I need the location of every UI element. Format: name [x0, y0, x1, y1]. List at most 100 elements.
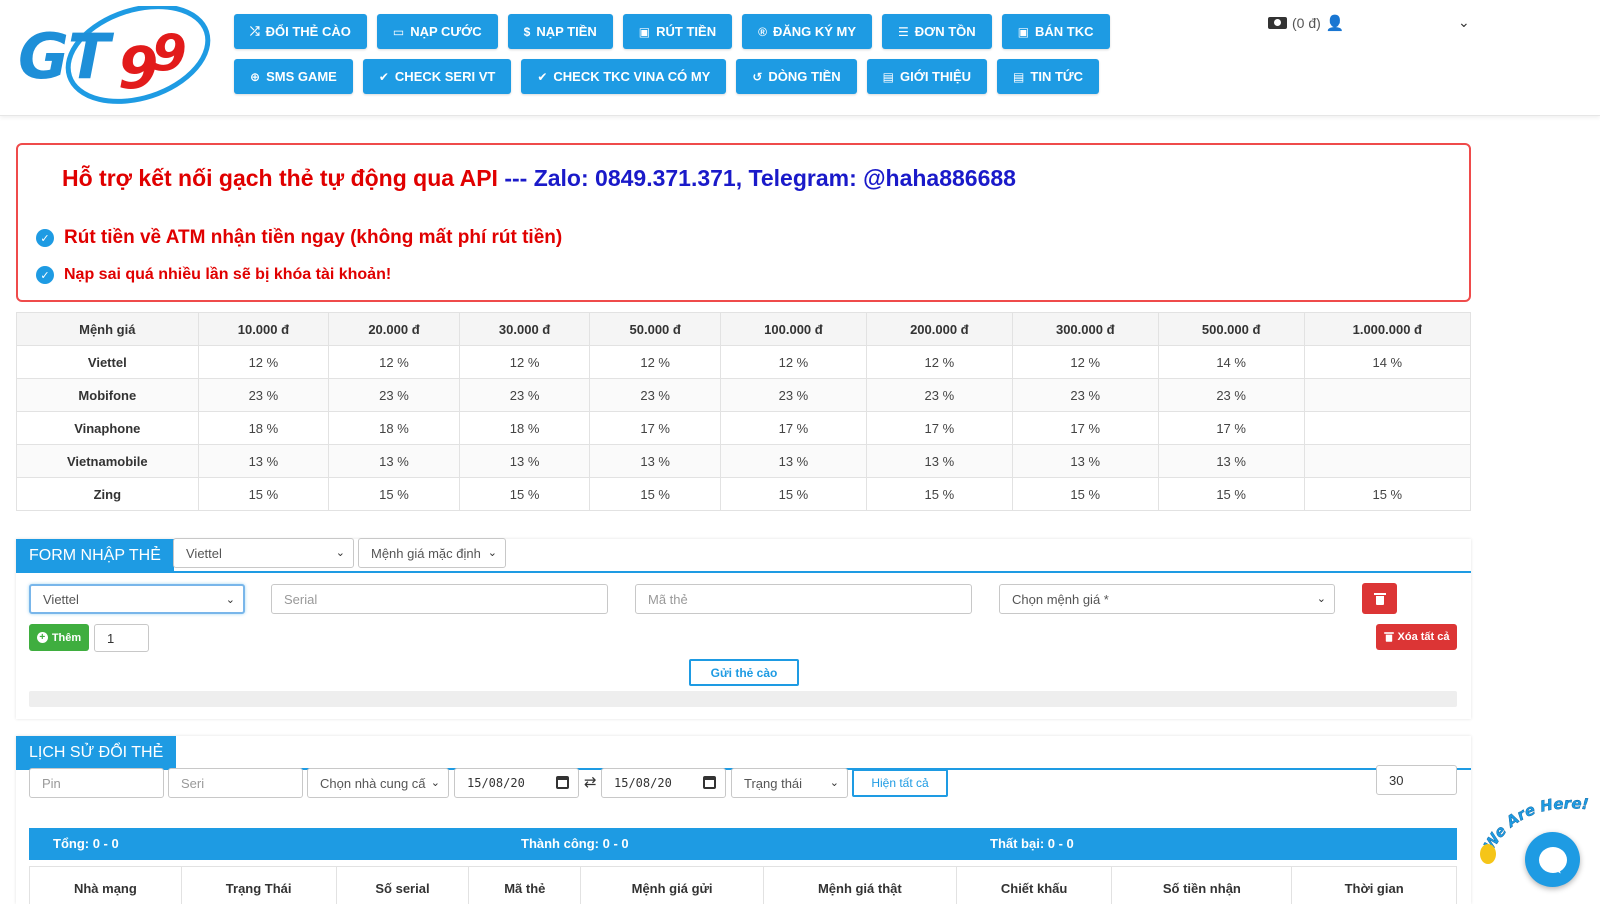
account-balance[interactable]: (0 đ) 👤 — [1268, 14, 1344, 32]
nav-button-label: DÒNG TIỀN — [768, 69, 841, 84]
chat-button[interactable] — [1525, 832, 1580, 887]
rate-cell: 13 % — [589, 444, 721, 478]
notice-line-withdraw: ✓ Rút tiền về ATM nhận tiền ngay (không … — [36, 227, 562, 249]
rate-header-cell: 10.000 đ — [197, 312, 330, 346]
user-icon[interactable]: 👤 — [1326, 14, 1345, 32]
trash-icon — [1373, 592, 1386, 605]
nav-button-nạp-tiền[interactable]: $ NẠP TIỀN — [507, 14, 613, 49]
rate-cell: 12 % — [719, 345, 867, 379]
history-column-header: Thời gian — [1344, 881, 1404, 896]
nav-button-tin-tức[interactable]: ▤ TIN TỨC — [997, 59, 1100, 94]
history-icon: ↺ — [752, 69, 763, 84]
calendar-icon[interactable] — [703, 776, 716, 789]
select-value: Viettel — [186, 545, 222, 561]
select-value: Chọn nhà cung cấ — [320, 775, 426, 791]
rate-cell: 12 % — [589, 345, 721, 379]
history-summary-bar: Tổng: 0 - 0 Thành công: 0 - 0 Thất bại: … — [29, 828, 1457, 860]
notice-title-separator: --- — [497, 165, 534, 191]
rate-cell: 23 % — [1011, 378, 1159, 412]
rate-table: Mệnh giá 10.000 đ 20.000 đ 30.000 đ 50.000 đ… — [16, 312, 1472, 511]
show-all-button[interactable]: Hiện tất cả — [852, 769, 948, 797]
rate-row: Vinaphone 18 % 18 % 18 % 17 % 17 % 17 % 17 % 17 … — [16, 411, 1472, 445]
clear-all-button[interactable]: Xóa tất cả — [1376, 624, 1457, 650]
add-row-button[interactable]: + Thêm — [29, 624, 89, 651]
rate-header-cell: 20.000 đ — [328, 312, 460, 346]
nav-button-sms-game[interactable]: ⊕ SMS GAME — [234, 59, 353, 94]
nav-button-rút-tiền[interactable]: ▣ RÚT TIỀN — [622, 14, 733, 49]
status-filter-select[interactable]: Trạng thái ⌄ — [731, 768, 848, 798]
pin-filter-input[interactable]: Pin — [29, 768, 164, 798]
svg-text:9: 9 — [152, 24, 187, 82]
summary-failed: Thất bại: 0 - 0 — [990, 836, 1074, 851]
rate-cell: 18 % — [197, 411, 330, 445]
rate-cell: 13 % — [719, 444, 867, 478]
chevron-down-icon: ⌄ — [225, 594, 235, 606]
delete-row-button[interactable] — [1362, 583, 1397, 614]
rate-row: Zing 15 % 15 % 15 % 15 % 15 % 15 % 15 % 15 % 15 % — [16, 477, 1472, 511]
date-to-input[interactable]: 15/08/20 — [601, 768, 726, 798]
default-telco-select[interactable]: Viettel ⌄ — [173, 538, 354, 568]
dollar-icon: $ — [523, 24, 531, 39]
panel-header: LỊCH SỬ ĐỔI THẺ — [16, 736, 1471, 770]
credit-card-icon: ▭ — [392, 24, 405, 39]
telco-select[interactable]: Viettel ⌄ — [29, 584, 245, 614]
gamepad-icon: ⊕ — [250, 69, 261, 84]
row-count-input[interactable]: 1 — [94, 624, 149, 652]
rate-cell: 23 % — [458, 378, 591, 412]
rate-cell: 15 % — [1303, 477, 1472, 511]
chat-bubble-icon — [1538, 846, 1567, 873]
nav-button-label: ĐƠN TỒN — [914, 24, 976, 39]
default-amount-select[interactable]: Mệnh giá mặc định ⌄ — [358, 538, 506, 568]
nav-button-đổi-thẻ-cào[interactable]: ⤮ ĐỔI THẺ CÀO — [234, 14, 367, 49]
site-logo[interactable]: GT 9 9 — [18, 6, 213, 106]
provider-filter-select[interactable]: Chọn nhà cung cấ ⌄ — [307, 768, 449, 798]
chevron-down-icon[interactable]: ⌄ — [1458, 14, 1470, 31]
rate-cell: 17 % — [719, 411, 867, 445]
submit-cards-button[interactable]: Gửi thẻ cào — [689, 659, 799, 686]
amount-select[interactable]: Chọn mệnh giá * ⌄ — [999, 584, 1335, 614]
nav-button-đăng-ký-my[interactable]: ® ĐĂNG KÝ MY — [742, 14, 872, 49]
page-size-input[interactable]: 30 — [1376, 765, 1457, 795]
nav-button-label: CHECK SERI VT — [394, 69, 496, 84]
serial-input[interactable]: Serial — [271, 584, 608, 614]
panel-title: LỊCH SỬ ĐỔI THẺ — [16, 736, 177, 770]
plus-circle-icon: + — [36, 632, 48, 643]
card-code-input[interactable]: Mã thẻ — [635, 584, 972, 614]
history-panel: LỊCH SỬ ĐỔI THẺ Pin Seri Chọn nhà cung c… — [16, 736, 1471, 904]
date-value: 15/08/20 — [614, 776, 672, 790]
nav-button-check-tkc-vina-có-my[interactable]: ✔ CHECK TKC VINA CÓ MY — [521, 59, 727, 94]
rate-cell: 23 % — [197, 378, 330, 412]
rate-cell: 15 % — [197, 477, 330, 511]
nav-button-label: NẠP TIỀN — [536, 24, 597, 39]
panel-header: FORM NHẬP THẺ Viettel ⌄ Mệnh giá mặc địn… — [16, 538, 1471, 573]
rate-header-cell: 1.000.000 đ — [1303, 312, 1472, 346]
rate-cell — [1303, 378, 1472, 412]
nav-button-giới-thiệu[interactable]: ▤ GIỚI THIỆU — [866, 59, 988, 94]
main-nav-row-1: ⤮ ĐỔI THẺ CÀO ▭ NẠP CƯỚC $ NẠP TIỀN ▣ RÚT TIỀN ®… — [234, 14, 1110, 49]
nav-button-bán-tkc[interactable]: ▣ BÁN TKC — [1001, 14, 1110, 49]
nav-button-label: TIN TỨC — [1030, 69, 1084, 84]
waving-hand-icon — [1480, 844, 1496, 864]
seri-filter-input[interactable]: Seri — [168, 768, 303, 798]
nav-button-đơn-tồn[interactable]: ☰ ĐƠN TỒN — [882, 14, 992, 49]
registered-icon: ® — [758, 24, 767, 39]
date-from-input[interactable]: 15/08/20 — [454, 768, 579, 798]
rate-table-header: Mệnh giá 10.000 đ 20.000 đ 30.000 đ 50.000 đ… — [16, 312, 1472, 346]
rate-cell: 13 % — [1157, 444, 1305, 478]
nav-button-label: GIỚI THIỆU — [900, 69, 972, 84]
rate-row: Viettel 12 % 12 % 12 % 12 % 12 % 12 % 12 % 14 % 1… — [16, 345, 1472, 379]
nav-button-dòng-tiền[interactable]: ↺ DÒNG TIỀN — [736, 59, 857, 94]
select-value: Trạng thái — [744, 775, 803, 791]
rate-cell — [1303, 411, 1472, 445]
notice-title-contact: Zalo: 0849.371.371, Telegram: @haha88668… — [533, 165, 1016, 191]
check-circle-icon: ✓ — [36, 229, 54, 247]
calendar-icon[interactable] — [556, 776, 569, 789]
rate-cell: 12 % — [1011, 345, 1159, 379]
rate-cell: 17 % — [1157, 411, 1305, 445]
nav-button-check-seri-vt[interactable]: ✔ CHECK SERI VT — [362, 59, 512, 94]
rate-cell: 17 % — [865, 411, 1013, 445]
nav-button-nạp-cước[interactable]: ▭ NẠP CƯỚC — [376, 14, 498, 49]
rate-cell: 13 % — [865, 444, 1013, 478]
rate-cell: 13 % — [197, 444, 330, 478]
main-nav-row-2: ⊕ SMS GAME ✔ CHECK SERI VT ✔ CHECK TKC VINA C… — [234, 59, 1100, 94]
